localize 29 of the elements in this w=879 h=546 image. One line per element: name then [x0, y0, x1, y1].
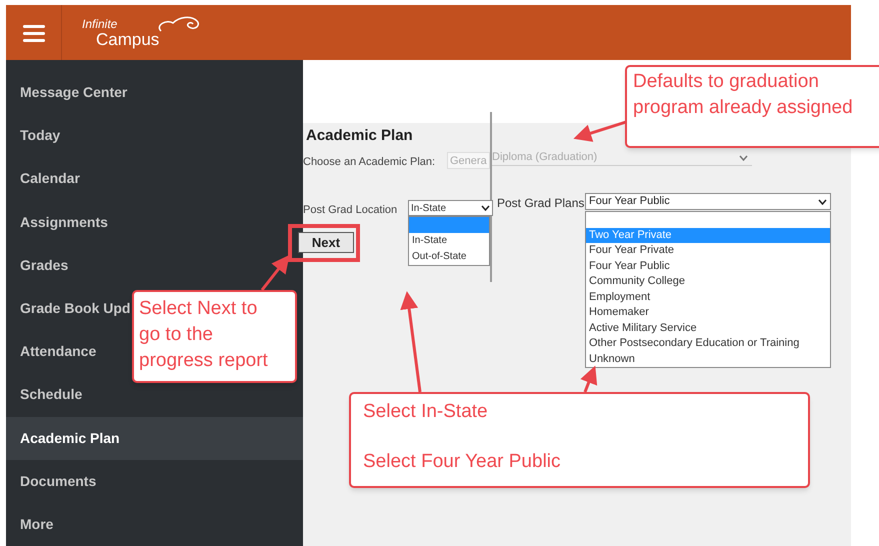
chevron-icon [739, 154, 748, 160]
chevron-icon [818, 198, 827, 204]
field-label: Choose an Academic Plan: [303, 155, 436, 170]
callout-text: Select Four Year Public [363, 450, 561, 474]
logo-text: Campus [96, 30, 160, 48]
sidebar-item[interactable]: Assignments [20, 200, 108, 244]
sidebar-item[interactable]: Today [20, 114, 60, 158]
location-select[interactable]: In-State [408, 200, 493, 216]
sidebar-item[interactable]: Schedule [20, 373, 82, 416]
field-label: Post Grad Location [303, 203, 398, 218]
callout-text: Defaults to graduation program already assigned [633, 70, 854, 120]
callout-text: Select Next to go to the progress report [139, 297, 269, 373]
page-title: Academic Plan [306, 126, 413, 146]
field-label: Post Grad Plans [497, 195, 584, 212]
sidebar-item[interactable]: More [20, 502, 54, 546]
plans-select[interactable]: Four Year Public [585, 193, 831, 210]
menu-icon[interactable] [22, 24, 44, 42]
highlight-frame [288, 224, 360, 262]
logo-text: Infinite [82, 18, 118, 30]
sidebar-item[interactable]: Message Center [20, 71, 128, 114]
callout-text: Select In-State [363, 400, 488, 424]
sidebar-item[interactable]: Attendance [20, 330, 96, 374]
sidebar-item[interactable]: Grades [20, 244, 68, 287]
sidebar-item[interactable]: Academic Plan [6, 416, 303, 460]
chevron-icon [481, 205, 490, 211]
next-button[interactable]: Next [298, 232, 354, 253]
sidebar-item[interactable]: Documents [20, 460, 96, 503]
sidebar-item[interactable]: Calendar [20, 157, 80, 201]
sidebar-item[interactable]: Grade Book Upd [20, 286, 130, 330]
